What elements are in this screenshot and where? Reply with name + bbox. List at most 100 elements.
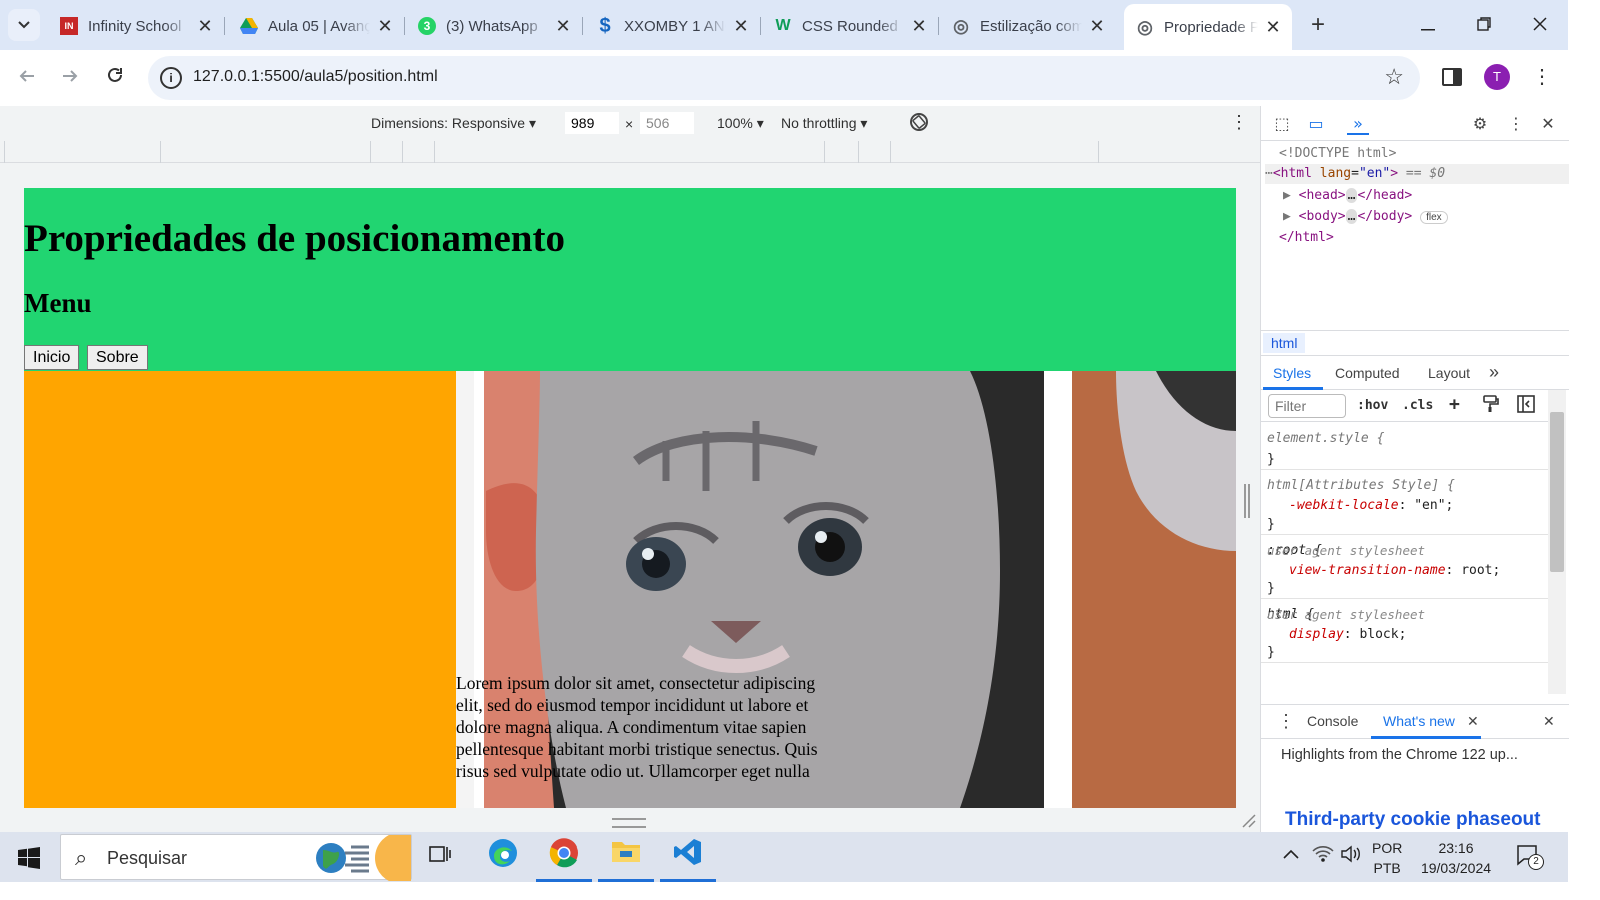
css-value[interactable]: : block; [1344,627,1407,642]
close-devtools-icon[interactable]: ✕ [1537,113,1559,135]
zoom-dropdown[interactable]: 100% ▾ [717,115,764,132]
css-value[interactable]: : root; [1446,563,1501,578]
tab-whats-new[interactable]: What's new [1383,713,1455,729]
task-view-icon[interactable] [420,838,460,876]
collapsed-ellipsis[interactable]: … [1345,209,1358,224]
tab-layout[interactable]: Layout [1428,365,1470,381]
close-drawer-icon[interactable]: ✕ [1543,713,1555,730]
chrome-menu-icon[interactable]: ⋮ [1532,64,1552,90]
hov-toggle[interactable]: :hov [1357,398,1388,413]
tab-computed[interactable]: Computed [1335,365,1400,381]
taskbar-search-box[interactable]: ⌕ Pesquisar [60,834,412,881]
body-node[interactable]: ▶ <body>… </body> flex [1283,207,1448,227]
chrome-icon[interactable] [536,838,592,882]
styles-scrollbar[interactable] [1548,390,1566,694]
doctype-node[interactable]: <!DOCTYPE html> [1279,144,1396,164]
reload-button[interactable] [101,64,129,92]
breadcrumb-html[interactable]: html [1263,333,1306,353]
dimensions-dropdown[interactable]: Dimensions: Responsive ▾ [371,115,536,132]
width-input[interactable] [565,112,619,134]
collapsed-ellipsis[interactable]: … [1345,188,1358,203]
volume-icon[interactable] [1340,845,1362,868]
css-property[interactable]: view-transition-name [1289,563,1446,578]
scrollbar-thumb[interactable] [1550,412,1564,572]
rule-selector[interactable]: html[Attributes Style] { [1267,476,1455,496]
more-options-icon[interactable]: ⋮ [1230,112,1248,133]
rule-selector[interactable]: element.style { [1267,429,1384,449]
tab-search-button[interactable] [8,9,40,41]
throttling-dropdown[interactable]: No throttling ▾ [781,115,867,132]
tag-text: <head> [1298,188,1346,203]
close-tab-icon[interactable]: ✕ [1088,16,1106,37]
close-tab-icon[interactable]: ✕ [196,16,214,37]
media-query-ruler[interactable] [0,141,1260,163]
resize-corner-icon[interactable] [1240,812,1256,828]
notifications-button[interactable]: 2 [1516,844,1544,871]
rotate-icon[interactable] [908,111,930,136]
windows-start-icon[interactable] [18,847,40,872]
head-node[interactable]: ▶ <head>… </head> [1283,186,1412,206]
tab-estilizacao[interactable]: ◎ Estilização com ✕ [940,8,1116,44]
more-tabs-icon[interactable]: » [1347,113,1369,135]
tab-console[interactable]: Console [1307,713,1358,729]
new-tab-button[interactable]: + [1304,12,1332,40]
paint-roller-icon[interactable] [1483,395,1499,417]
tab-aula-05[interactable]: Aula 05 | Avançado ✕ [228,8,405,44]
close-tab-icon[interactable]: ✕ [554,16,572,37]
back-button[interactable] [13,64,41,92]
close-tab-icon[interactable]: ✕ [732,16,750,37]
site-info-icon[interactable]: i [160,67,182,89]
close-tab-icon[interactable]: ✕ [376,16,394,37]
close-tab-icon[interactable]: ✕ [910,16,928,37]
html-node-selected[interactable]: ⋯<html lang="en"> == $0 [1265,164,1569,184]
network-icon[interactable] [1312,845,1334,868]
tab-styles[interactable]: Styles [1273,365,1311,381]
address-bar[interactable]: i 127.0.0.1:5500/aula5/position.html ☆ [148,56,1420,100]
close-window-button[interactable] [1520,10,1560,40]
css-property[interactable]: -webkit-locale [1289,498,1399,513]
toggle-sidebar-icon[interactable] [1517,395,1535,417]
html-close-node[interactable]: </html> [1279,228,1334,248]
profile-avatar[interactable]: T [1484,64,1510,90]
url-text[interactable]: 127.0.0.1:5500/aula5/position.html [193,68,438,86]
viewport-width-handle[interactable] [1244,484,1250,518]
forward-button[interactable] [56,64,84,92]
expand-triangle-icon[interactable]: ▶ [1283,188,1291,203]
flex-badge[interactable]: flex [1420,211,1448,224]
clock[interactable]: 23:16 19/03/2024 [1418,838,1494,878]
bookmark-star-icon[interactable]: ☆ [1384,64,1404,90]
edge-icon[interactable] [483,838,523,876]
drawer-menu-icon[interactable]: ⋮ [1277,711,1295,732]
viewport-height-handle[interactable] [612,818,646,828]
devtools-menu-icon[interactable]: ⋮ [1505,113,1527,135]
file-explorer-icon[interactable] [598,838,654,882]
settings-gear-icon[interactable]: ⚙ [1469,113,1491,135]
expand-triangle-icon[interactable]: ▶ [1283,209,1291,224]
inicio-button[interactable]: Inicio [24,345,80,370]
side-panel-icon[interactable] [1442,68,1462,86]
language-indicator[interactable]: POR PTB [1372,838,1402,878]
more-panels-icon[interactable]: » [1489,362,1499,383]
css-property[interactable]: display [1289,627,1344,642]
vscode-icon[interactable] [660,838,716,882]
close-tab-icon[interactable]: ✕ [1264,17,1282,38]
tab-whatsapp[interactable]: 3 (3) WhatsApp ✕ [406,8,583,44]
cookie-phaseout-heading[interactable]: Third-party cookie phaseout [1285,809,1540,831]
windows-taskbar: ⌕ Pesquisar POR PTB 23:16 19/03/2024 2 [0,832,1568,882]
close-whats-new-icon[interactable]: ✕ [1467,713,1479,730]
tab-propriedade-active[interactable]: ◎ Propriedade Posicionamento ✕ [1124,4,1292,50]
css-value[interactable]: : "en"; [1399,498,1454,513]
minimize-button[interactable] [1408,10,1448,40]
sobre-button[interactable]: Sobre [87,345,148,370]
inspect-element-icon[interactable]: ⬚ [1271,113,1293,135]
device-toggle-icon[interactable]: ▭ [1305,113,1327,135]
height-input[interactable] [640,112,694,134]
styles-filter-input[interactable] [1268,394,1346,418]
tab-css-rounded[interactable]: W CSS Rounded ✕ [762,8,939,44]
show-hidden-icons[interactable] [1282,845,1300,865]
tab-xxomby[interactable]: $ XXOMBY 1 ANO ✕ [584,8,761,44]
tab-infinity-school[interactable]: IN Infinity School ✕ [48,8,225,44]
restore-button[interactable] [1464,10,1504,40]
new-rule-icon[interactable]: + [1449,394,1460,415]
cls-toggle[interactable]: .cls [1402,398,1433,413]
